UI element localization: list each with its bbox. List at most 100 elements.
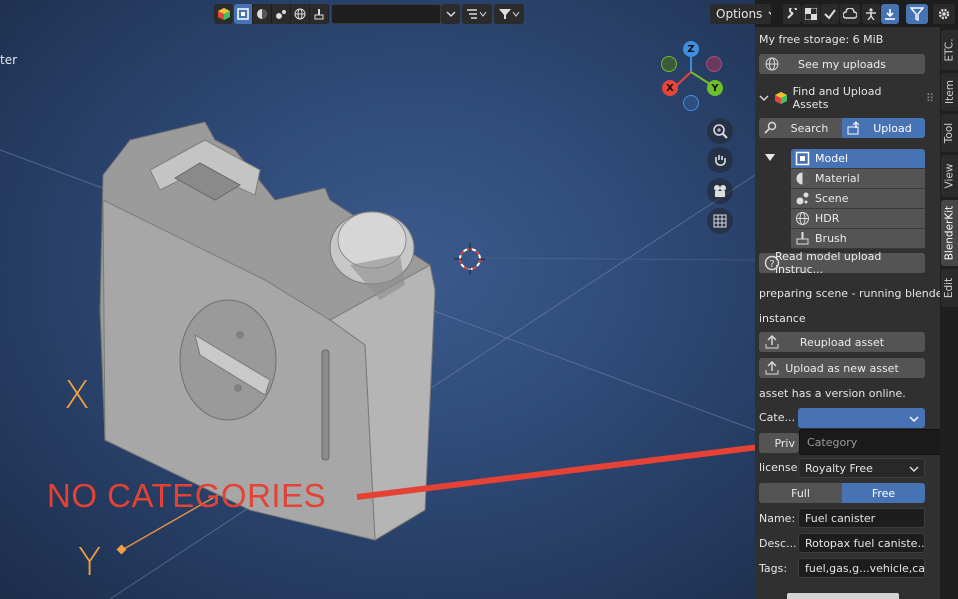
scene-icon [796,192,809,205]
category-label: Cate... [759,411,795,424]
upload-tab[interactable]: Upload [842,118,925,138]
blenderkit-logo-icon[interactable] [214,4,233,24]
description-label: Desc... [759,537,797,550]
blenderkit-logo-icon [774,92,787,104]
description-field[interactable]: Rotopax fuel caniste... [798,533,925,553]
name-field[interactable]: Fuel canister [798,508,925,528]
full-free-toggle: Full Free [759,483,925,503]
tab-item[interactable]: Item [941,73,958,111]
asset-type-list: Model Material Scene HDR Brush [791,149,925,249]
annotation-label: NO CATEGORIES [47,477,327,514]
options-label: Options [716,7,763,21]
brush-icon [796,232,809,245]
model-icon [795,151,810,166]
category-popup[interactable]: Category [799,429,958,455]
chevron-down-icon [759,95,769,101]
search-tab[interactable]: Search [759,118,842,138]
upload-new-asset-button[interactable]: Upload as new asset [759,358,925,378]
gizmo-z-axis[interactable]: Z [683,41,699,57]
thumbnail-preview [787,593,899,599]
asset-type-filter[interactable] [234,4,329,24]
axis-x-overlay-label: X [64,373,91,417]
search-icon [764,121,777,134]
blenderkit-sidebar: My free storage: 6 MiB See my uploads Fi… [755,27,947,599]
viewport-header: Options [0,0,958,27]
globe-icon [765,57,779,71]
brush-icon[interactable] [310,4,329,24]
asset-type-hdr[interactable]: HDR [791,209,925,229]
free-option[interactable]: Free [842,483,925,503]
see-my-uploads-button[interactable]: See my uploads [759,54,925,74]
funnel-filter-icon[interactable] [906,4,928,24]
upload-icon [765,361,779,375]
zoom-icon[interactable] [707,118,733,144]
3d-cursor [454,243,486,275]
camera-view-icon[interactable] [707,178,733,204]
upload-icon [765,335,779,349]
question-icon: ? [764,255,780,271]
status-text-line1: preparing scene - running blender [759,287,948,300]
axis-y-overlay-label: Y [78,540,102,584]
read-instructions-button[interactable]: ? Read model upload instruc... [759,250,925,276]
material-icon[interactable] [253,4,272,24]
hdr-icon[interactable] [291,4,310,24]
gizmo-x-axis[interactable]: X [662,80,678,96]
model-icon[interactable] [234,4,253,24]
asset-type-brush[interactable]: Brush [791,229,925,249]
wrench-icon[interactable] [783,4,801,24]
chevron-down-icon [909,466,919,472]
asset-type-scene[interactable]: Scene [791,189,925,209]
reupload-asset-button[interactable]: Reupload asset [759,332,925,352]
tags-field[interactable]: fuel,gas,g...vehicle,car [798,558,925,578]
gizmo-y-axis[interactable]: Y [707,80,723,96]
license-label: license: [759,461,802,474]
chevron-down-icon [768,11,771,15]
tab-etc[interactable]: ETC. [941,30,958,70]
collapse-triangle-icon[interactable] [765,154,775,162]
see-uploads-label: See my uploads [798,57,886,71]
category-popup-title: Category [807,435,858,449]
filter-icon[interactable] [494,4,524,24]
search-dropdown-icon[interactable] [441,4,460,24]
figure-icon[interactable] [862,4,880,24]
material-icon [796,172,809,185]
checker-icon[interactable] [802,4,820,24]
options-menu-button[interactable]: Options [710,4,771,24]
gizmo-neg-x-axis[interactable] [706,56,722,72]
3d-viewport[interactable]: ter Z X Y X Y NO CATEGORIES [0,0,755,599]
panel-title: Find and Upload Assets [792,85,882,111]
category-dropdown[interactable] [798,408,925,428]
version-note: asset has a version online. [759,387,906,400]
search-upload-toggle: Search Upload [759,118,925,138]
pan-hand-icon[interactable] [707,147,733,173]
check-icon[interactable] [821,4,839,24]
drag-handle-icon[interactable]: ⠿ [926,92,934,105]
tab-tool[interactable]: Tool [941,114,958,152]
upload-icon [847,121,860,135]
search-input[interactable] [331,4,441,24]
asset-type-material[interactable]: Material [791,169,925,189]
perspective-grid-icon[interactable] [707,208,733,234]
storage-info: My free storage: 6 MiB [759,33,884,46]
download-icon[interactable] [881,4,899,24]
tab-view[interactable]: View [941,155,958,197]
tab-blenderkit[interactable]: BlenderKit [941,200,958,266]
scene-icon[interactable] [272,4,291,24]
tab-edit[interactable]: Edit [941,269,958,307]
sort-list-icon[interactable] [462,4,492,24]
viewport-mode-label: ter [0,53,18,67]
status-text-line2: instance [759,312,806,325]
gear-icon[interactable] [933,4,955,24]
name-label: Name: [759,512,796,525]
private-toggle[interactable]: Priv [759,433,799,453]
svg-text:?: ? [769,259,774,270]
panel-header[interactable]: Find and Upload Assets ⠿ [759,85,934,111]
license-dropdown[interactable]: Royalty Free [798,458,925,478]
tags-label: Tags: [759,562,788,575]
gizmo-neg-z-axis[interactable] [683,95,699,111]
cloud-icon[interactable] [840,4,860,24]
asset-type-model[interactable]: Model [791,149,925,169]
hdr-icon [796,212,809,225]
full-option[interactable]: Full [759,483,842,503]
gizmo-neg-y-axis[interactable] [661,56,677,72]
